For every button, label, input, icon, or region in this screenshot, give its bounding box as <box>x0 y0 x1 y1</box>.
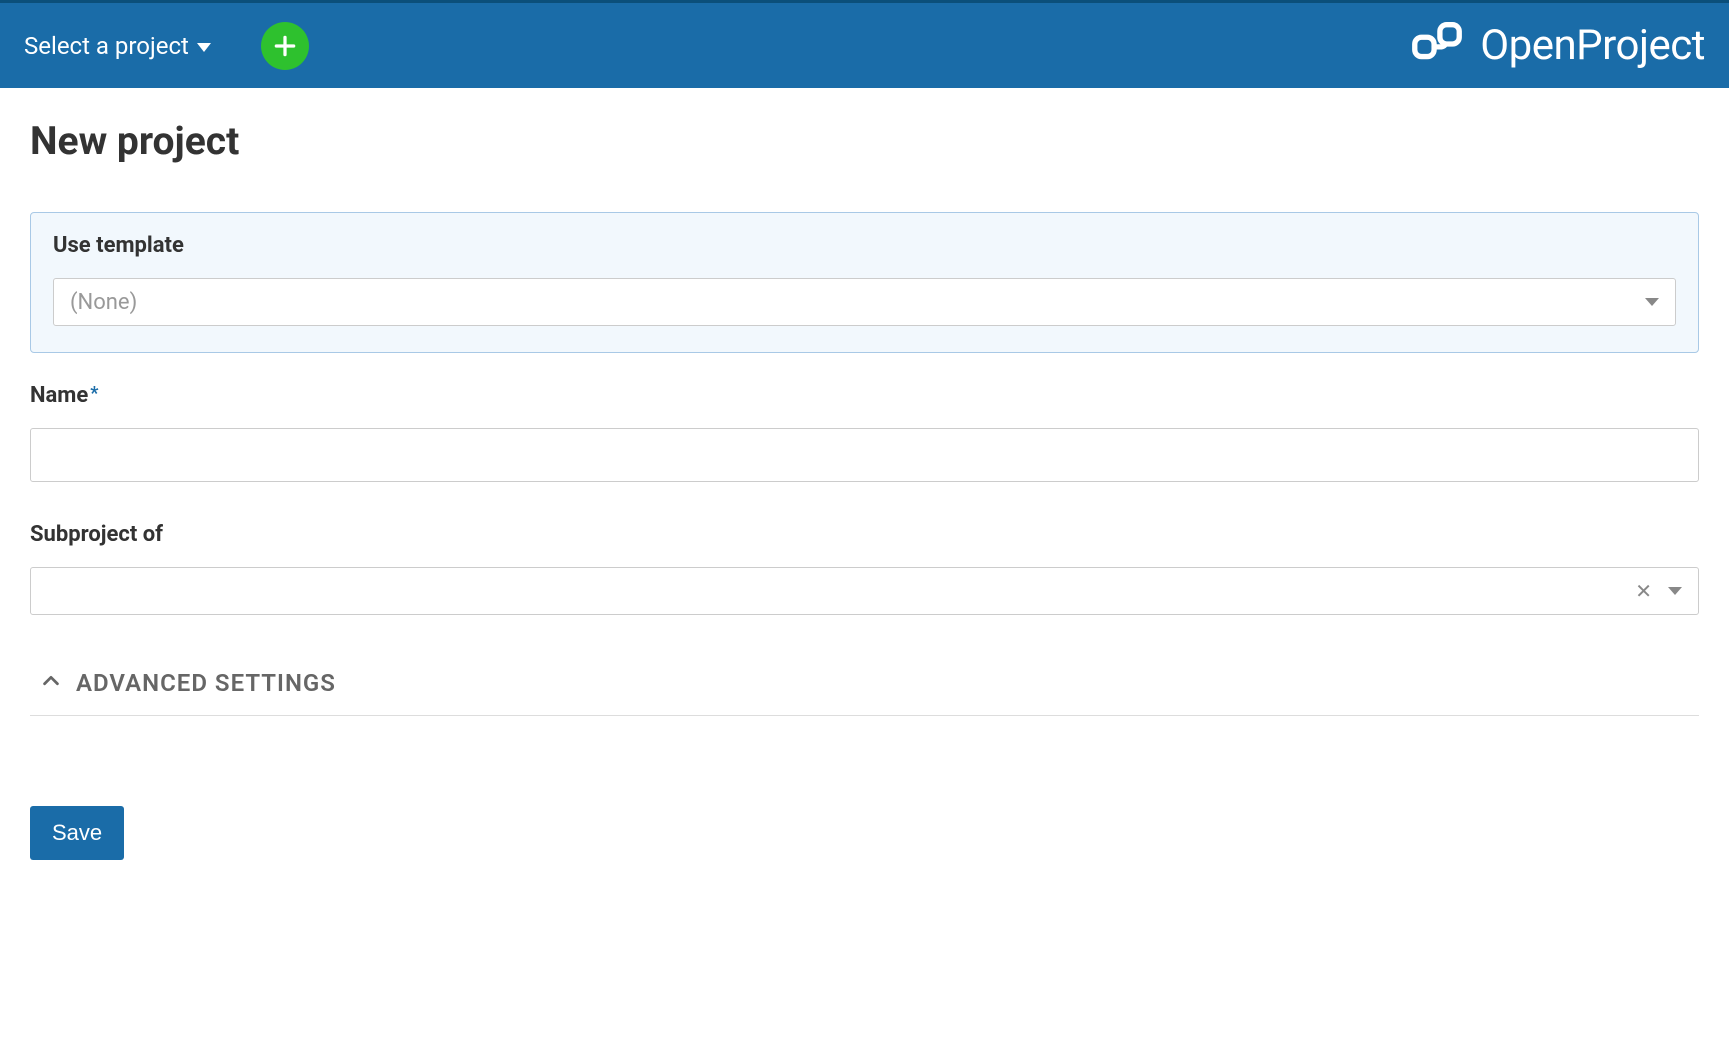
main-content: New project Use template (None) Name* Su… <box>0 88 1729 900</box>
template-section: Use template (None) <box>30 212 1699 353</box>
chevron-down-icon <box>1668 587 1682 595</box>
name-label-text: Name <box>30 383 88 408</box>
name-label: Name* <box>30 383 1699 408</box>
subproject-field-group: Subproject of ✕ <box>30 522 1699 615</box>
template-label: Use template <box>53 233 1676 258</box>
select-icons <box>1645 298 1659 306</box>
top-header: Select a project OpenProject <box>0 0 1729 88</box>
project-selector-label: Select a project <box>24 32 189 60</box>
name-input[interactable] <box>30 428 1699 482</box>
chevron-down-icon <box>1645 298 1659 306</box>
plus-icon <box>272 33 298 59</box>
close-icon[interactable]: ✕ <box>1635 579 1652 603</box>
page-title: New project <box>30 118 1699 164</box>
header-left: Select a project <box>24 22 309 70</box>
chevron-up-icon <box>40 670 62 696</box>
project-selector-dropdown[interactable]: Select a project <box>24 32 211 60</box>
select-icons: ✕ <box>1635 579 1682 603</box>
name-field-group: Name* <box>30 383 1699 482</box>
brand-name: OpenProject <box>1480 21 1705 70</box>
advanced-settings-label: ADVANCED SETTINGS <box>76 669 336 697</box>
template-select[interactable]: (None) <box>53 278 1676 326</box>
subproject-select[interactable]: ✕ <box>30 567 1699 615</box>
template-placeholder: (None) <box>70 290 137 315</box>
subproject-label: Subproject of <box>30 522 1699 547</box>
brand-logo-icon <box>1408 15 1466 77</box>
required-asterisk-icon: * <box>90 383 98 404</box>
advanced-settings-toggle[interactable]: ADVANCED SETTINGS <box>30 655 1699 716</box>
add-button[interactable] <box>261 22 309 70</box>
caret-down-icon <box>197 43 211 52</box>
save-button[interactable]: Save <box>30 806 124 860</box>
brand: OpenProject <box>1408 15 1705 77</box>
